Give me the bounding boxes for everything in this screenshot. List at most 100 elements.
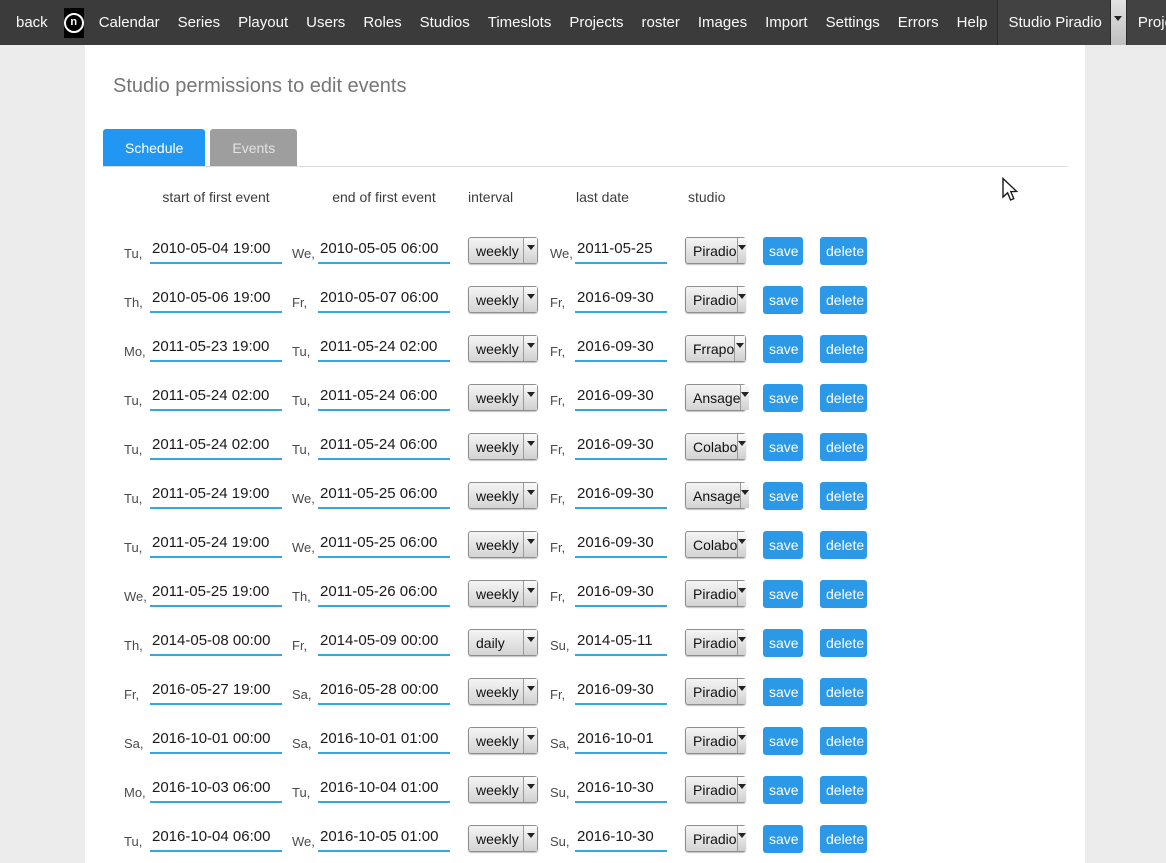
nav-item[interactable]: Errors xyxy=(889,14,948,31)
delete-button[interactable]: delete xyxy=(820,335,867,363)
studio-select[interactable]: Piradio xyxy=(685,237,746,264)
last-date-input[interactable] xyxy=(575,679,667,705)
studio-context-select[interactable]: Studio Piradio xyxy=(997,0,1126,45)
delete-button[interactable]: delete xyxy=(820,727,867,755)
end-of-first-event-input[interactable] xyxy=(318,434,450,460)
nav-item[interactable]: Calendar xyxy=(90,14,169,31)
studio-select[interactable]: Piradio xyxy=(685,286,746,313)
save-button[interactable]: save xyxy=(763,384,803,412)
delete-button[interactable]: delete xyxy=(820,776,867,804)
studio-select[interactable]: Piradio xyxy=(685,580,746,607)
nav-item[interactable]: Users xyxy=(297,14,354,31)
delete-button[interactable]: delete xyxy=(820,629,867,657)
last-date-input[interactable] xyxy=(575,581,667,607)
interval-select[interactable]: weekly xyxy=(468,727,538,754)
nav-item[interactable]: Import xyxy=(756,14,817,31)
start-of-first-event-input[interactable] xyxy=(150,336,282,362)
nav-item[interactable]: Series xyxy=(169,14,230,31)
studio-select[interactable]: Frrapo xyxy=(685,335,746,362)
save-button[interactable]: save xyxy=(763,482,803,510)
nav-item[interactable]: Settings xyxy=(817,14,889,31)
nav-item[interactable]: Help xyxy=(948,14,997,31)
studio-select[interactable]: Ansage xyxy=(685,482,746,509)
last-date-input[interactable] xyxy=(575,728,667,754)
start-of-first-event-input[interactable] xyxy=(150,679,282,705)
save-button[interactable]: save xyxy=(763,531,803,559)
tab-schedule[interactable]: Schedule xyxy=(103,129,205,166)
last-date-input[interactable] xyxy=(575,483,667,509)
interval-select[interactable]: weekly xyxy=(468,531,538,558)
end-of-first-event-input[interactable] xyxy=(318,336,450,362)
interval-select[interactable]: daily xyxy=(468,629,538,656)
end-of-first-event-input[interactable] xyxy=(318,483,450,509)
last-date-input[interactable] xyxy=(575,385,667,411)
delete-button[interactable]: delete xyxy=(820,531,867,559)
studio-select[interactable]: Piradio xyxy=(685,629,746,656)
studio-select[interactable]: Piradio xyxy=(685,825,746,852)
last-date-input[interactable] xyxy=(575,434,667,460)
start-of-first-event-input[interactable] xyxy=(150,483,282,509)
delete-button[interactable]: delete xyxy=(820,482,867,510)
nav-item[interactable]: Timeslots xyxy=(479,14,561,31)
last-date-input[interactable] xyxy=(575,336,667,362)
delete-button[interactable]: delete xyxy=(820,237,867,265)
interval-select[interactable]: weekly xyxy=(468,482,538,509)
end-of-first-event-input[interactable] xyxy=(318,728,450,754)
interval-select[interactable]: weekly xyxy=(468,433,538,460)
interval-select[interactable]: weekly xyxy=(468,286,538,313)
delete-button[interactable]: delete xyxy=(820,825,867,853)
start-of-first-event-input[interactable] xyxy=(150,581,282,607)
end-of-first-event-input[interactable] xyxy=(318,532,450,558)
end-of-first-event-input[interactable] xyxy=(318,581,450,607)
save-button[interactable]: save xyxy=(763,776,803,804)
interval-select[interactable]: weekly xyxy=(468,776,538,803)
nav-item[interactable]: Studios xyxy=(411,14,479,31)
studio-select[interactable]: Colabo xyxy=(685,433,746,460)
last-date-input[interactable] xyxy=(575,630,667,656)
end-of-first-event-input[interactable] xyxy=(318,777,450,803)
start-of-first-event-input[interactable] xyxy=(150,287,282,313)
project-context-select[interactable]: Project 88vier xyxy=(1126,0,1166,45)
save-button[interactable]: save xyxy=(763,335,803,363)
last-date-input[interactable] xyxy=(575,287,667,313)
save-button[interactable]: save xyxy=(763,727,803,755)
interval-select[interactable]: weekly xyxy=(468,237,538,264)
studio-select[interactable]: Piradio xyxy=(685,776,746,803)
interval-select[interactable]: weekly xyxy=(468,825,538,852)
end-of-first-event-input[interactable] xyxy=(318,385,450,411)
start-of-first-event-input[interactable] xyxy=(150,826,282,852)
save-button[interactable]: save xyxy=(763,237,803,265)
tab-events[interactable]: Events xyxy=(210,129,297,166)
studio-select[interactable]: Colabo xyxy=(685,531,746,558)
delete-button[interactable]: delete xyxy=(820,433,867,461)
start-of-first-event-input[interactable] xyxy=(150,434,282,460)
save-button[interactable]: save xyxy=(763,580,803,608)
save-button[interactable]: save xyxy=(763,825,803,853)
interval-select[interactable]: weekly xyxy=(468,580,538,607)
save-button[interactable]: save xyxy=(763,629,803,657)
save-button[interactable]: save xyxy=(763,286,803,314)
back-link[interactable]: back xyxy=(0,14,58,31)
end-of-first-event-input[interactable] xyxy=(318,826,450,852)
start-of-first-event-input[interactable] xyxy=(150,630,282,656)
delete-button[interactable]: delete xyxy=(820,580,867,608)
end-of-first-event-input[interactable] xyxy=(318,630,450,656)
last-date-input[interactable] xyxy=(575,777,667,803)
end-of-first-event-input[interactable] xyxy=(318,679,450,705)
nav-item[interactable]: Projects xyxy=(560,14,632,31)
nav-item[interactable]: Images xyxy=(689,14,756,31)
save-button[interactable]: save xyxy=(763,433,803,461)
interval-select[interactable]: weekly xyxy=(468,678,538,705)
start-of-first-event-input[interactable] xyxy=(150,777,282,803)
studio-select[interactable]: Ansage xyxy=(685,384,746,411)
last-date-input[interactable] xyxy=(575,532,667,558)
start-of-first-event-input[interactable] xyxy=(150,532,282,558)
nav-item[interactable]: Playout xyxy=(229,14,297,31)
interval-select[interactable]: weekly xyxy=(468,335,538,362)
delete-button[interactable]: delete xyxy=(820,384,867,412)
delete-button[interactable]: delete xyxy=(820,286,867,314)
last-date-input[interactable] xyxy=(575,826,667,852)
interval-select[interactable]: weekly xyxy=(468,384,538,411)
start-of-first-event-input[interactable] xyxy=(150,385,282,411)
logo-icon[interactable]: n xyxy=(64,8,84,38)
